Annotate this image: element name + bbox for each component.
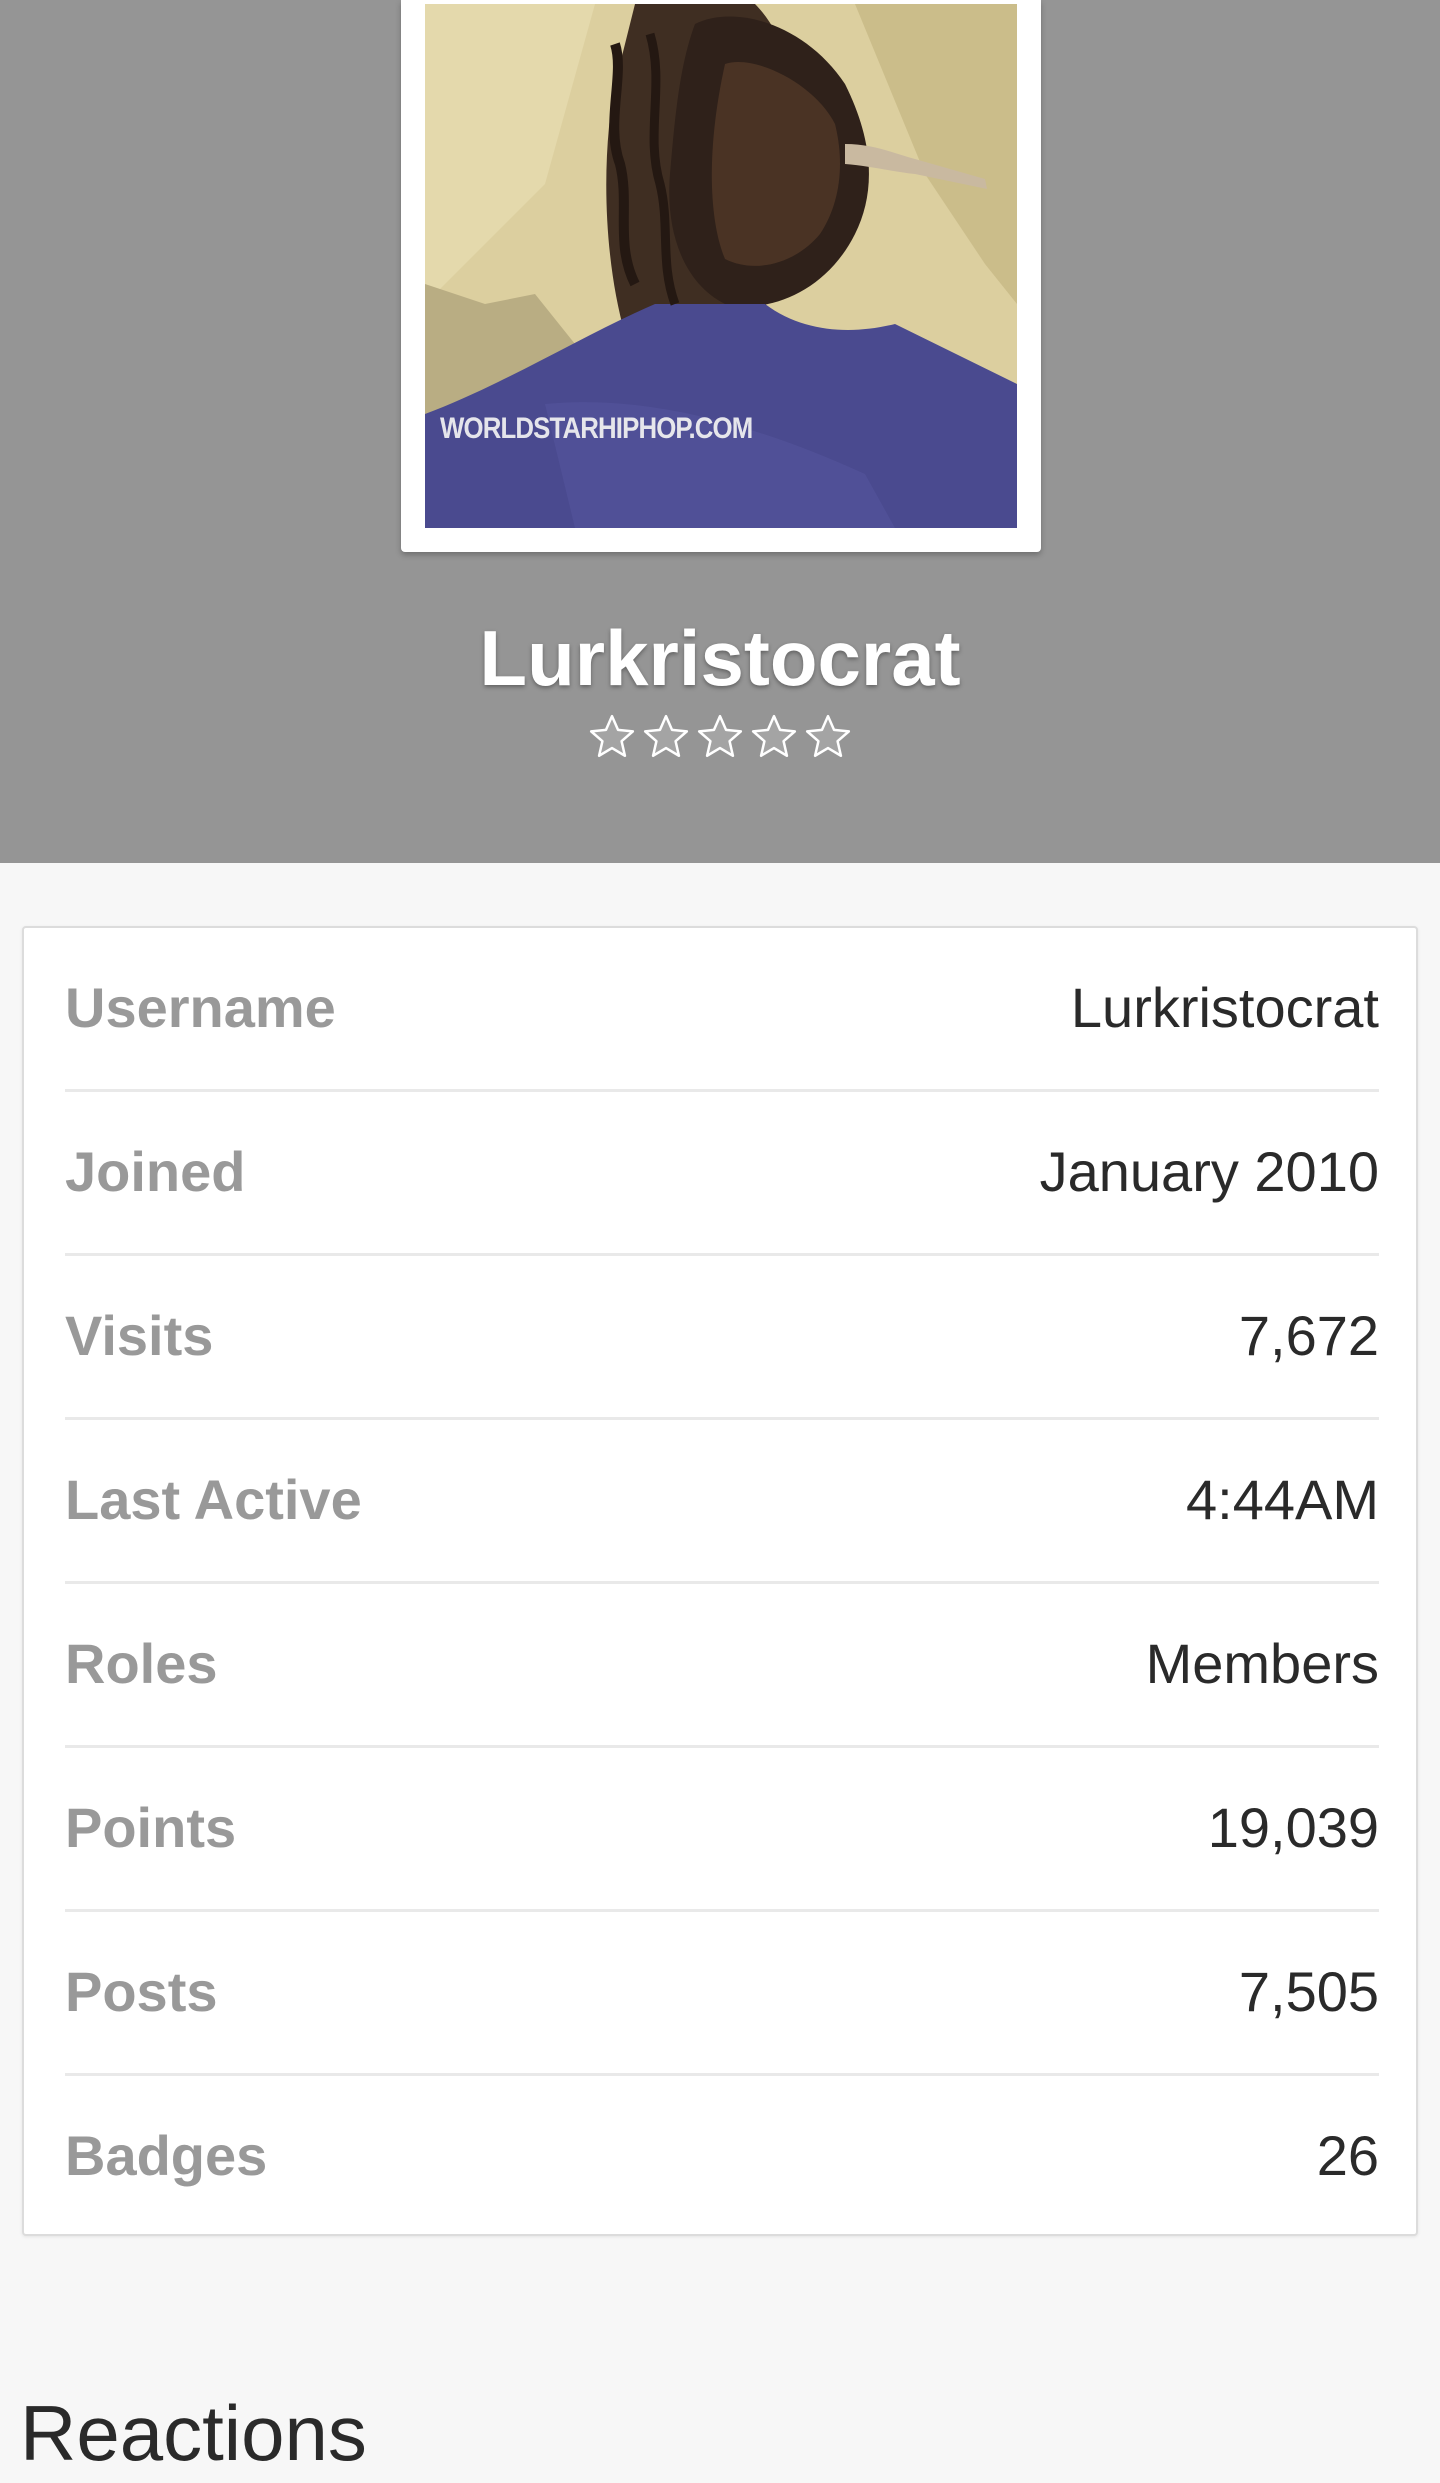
- avatar-image: [425, 4, 1017, 528]
- info-label: Points: [65, 1796, 237, 1859]
- info-row-last-active: Last Active 4:44AM: [65, 1420, 1379, 1584]
- avatar[interactable]: WORLDSTARHIPHOP.COM: [401, 0, 1041, 552]
- info-value[interactable]: 7,505: [1239, 1912, 1379, 2072]
- info-label: Badges: [65, 2124, 268, 2187]
- info-label: Visits: [65, 1304, 214, 1367]
- info-value: January 2010: [1039, 1140, 1379, 1203]
- avatar-watermark: WORLDSTARHIPHOP.COM: [440, 412, 753, 445]
- star-icon: [805, 714, 851, 757]
- profile-username-title: Lurkristocrat: [479, 614, 961, 702]
- info-row-posts: Posts 7,505: [65, 1912, 1379, 2076]
- info-value[interactable]: 19,039: [1208, 1748, 1379, 1908]
- info-row-username: Username Lurkristocrat: [65, 928, 1379, 1092]
- profile-header: WORLDSTARHIPHOP.COM Lurkristocrat: [0, 0, 1440, 863]
- info-row-roles: Roles Members: [65, 1584, 1379, 1748]
- info-label: Joined: [65, 1140, 246, 1203]
- info-value[interactable]: Members: [1146, 1584, 1379, 1744]
- info-value[interactable]: 26: [1317, 2076, 1379, 2236]
- info-row-points: Points 19,039: [65, 1748, 1379, 1912]
- info-value: 7,672: [1238, 1304, 1379, 1367]
- info-value: 4:44AM: [1186, 1468, 1379, 1531]
- info-row-badges: Badges 26: [65, 2076, 1379, 2240]
- info-label: Username: [65, 976, 336, 1039]
- rating-stars: [0, 712, 1440, 762]
- star-icon: [697, 714, 743, 757]
- info-label: Last Active: [65, 1468, 362, 1531]
- star-icon: [589, 714, 635, 757]
- info-label: Posts: [65, 1960, 218, 2023]
- info-value: Lurkristocrat: [1070, 976, 1379, 1039]
- info-row-joined: Joined January 2010: [65, 1092, 1379, 1256]
- info-label: Roles: [65, 1632, 218, 1695]
- star-icon: [643, 714, 689, 757]
- profile-info-card: Username Lurkristocrat Joined January 20…: [22, 926, 1418, 2236]
- star-icon: [751, 714, 797, 757]
- avatar-photo: WORLDSTARHIPHOP.COM: [425, 4, 1017, 528]
- info-row-visits: Visits 7,672: [65, 1256, 1379, 1420]
